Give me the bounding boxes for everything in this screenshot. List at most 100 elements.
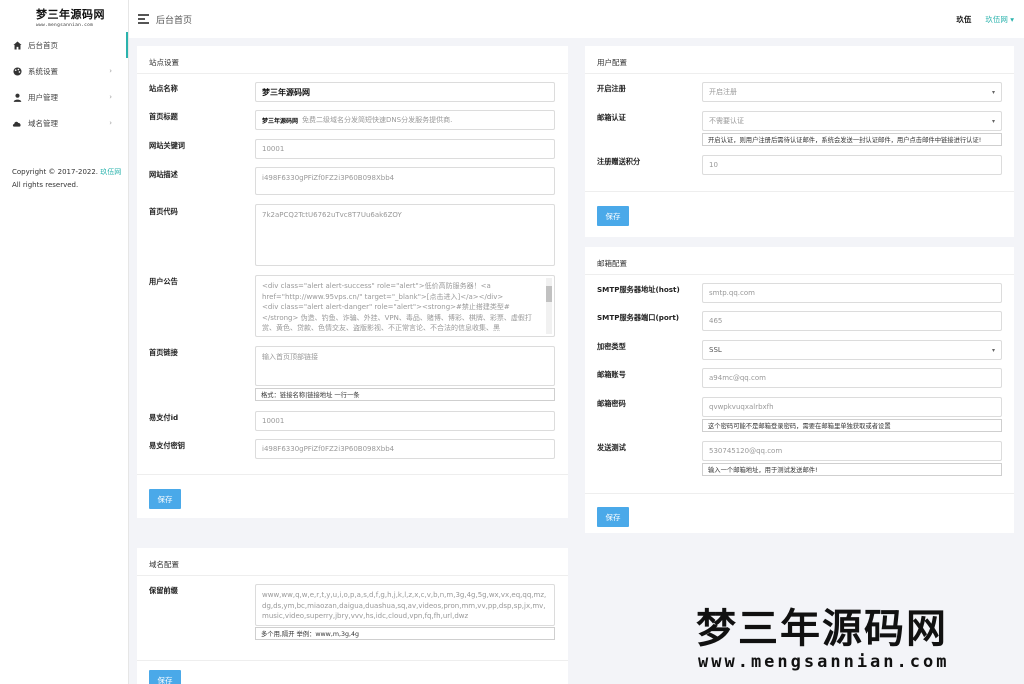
caret-down-icon: ▾: [991, 347, 995, 354]
logo-title: 梦三年源码网: [36, 8, 105, 21]
email-verify-select-value: 不需要认证: [709, 117, 744, 125]
register-select-value: 开启注册: [709, 88, 737, 96]
email-verify-hint: 开启认证，则用户注册后需待认证邮件，系统会发送一封认证邮件，用户点击邮件中链接进…: [702, 133, 1002, 146]
home-code-label: 首页代码: [149, 207, 178, 216]
home-title-input[interactable]: 梦三年源码网 免费二级域名分发简短快速DNS分发服务提供商.: [255, 110, 555, 130]
register-select[interactable]: 开启注册 ▾: [702, 82, 1002, 102]
sidebar-item-label: 域名管理: [28, 118, 58, 128]
caret-down-icon: ▾: [991, 89, 995, 96]
panel-title: 域名配置: [137, 548, 568, 576]
home-title-logo: 梦三年源码网: [262, 117, 299, 125]
home-title-label: 首页标题: [149, 112, 178, 121]
cloud-icon: [12, 118, 22, 128]
encrypt-type-label: 加密类型: [597, 342, 626, 351]
description-textarea[interactable]: i498F6330gPFiZf0FZ2i3P60B098Xbb4: [255, 167, 555, 195]
chevron-right-icon: ›: [109, 67, 112, 75]
notice-scrollbar[interactable]: [546, 278, 552, 334]
mail-password-hint: 这个密码可能不是邮箱登录密码，需要在邮箱里单独获取或者设置: [702, 419, 1002, 432]
smtp-host-input[interactable]: smtp.qq.com: [702, 283, 1002, 303]
watermark-title: 梦三年源码网: [696, 605, 948, 652]
site-settings-panel: 站点设置 站点名称 梦三年源码网 首页标题 梦三年源码网 免费二级域名分发简短快…: [137, 46, 568, 518]
logo-subtitle: www.mengsannian.com: [36, 23, 94, 28]
save-button[interactable]: 保存: [149, 489, 181, 509]
mail-password-input[interactable]: qvwpkvuqxalrbxfh: [702, 397, 1002, 417]
user-dropdown[interactable]: 玖伍网 ▾: [985, 14, 1014, 25]
topbar-link-jiuwu[interactable]: 玖伍: [956, 14, 971, 25]
copyright-text: Copyright © 2017-2022.: [12, 168, 99, 176]
mail-account-label: 邮箱账号: [597, 370, 626, 379]
save-button[interactable]: 保存: [597, 507, 629, 527]
pay-id-label: 易支付id: [149, 413, 179, 422]
site-name-value: 梦三年源码网: [262, 86, 310, 97]
mail-settings-panel: 邮箱配置 SMTP服务器地址(host) smtp.qq.com SMTP服务器…: [585, 247, 1014, 533]
sidebar-item-user-management[interactable]: 用户管理 ›: [0, 84, 128, 110]
site-name-input[interactable]: 梦三年源码网: [255, 82, 555, 102]
notice-label: 用户公告: [149, 277, 178, 286]
home-links-textarea[interactable]: 输入首页顶部链接: [255, 346, 555, 386]
notice-value: <div class="alert alert-success" role="a…: [262, 282, 532, 332]
divider: [585, 493, 1014, 494]
home-code-textarea[interactable]: 7k2aPCQ2TctU6762uTvc8T7Uu6ak6ZOY: [255, 204, 555, 266]
register-points-input[interactable]: 10: [702, 155, 1002, 175]
email-verify-label: 邮箱认证: [597, 113, 626, 122]
register-points-label: 注册赠送积分: [597, 157, 641, 166]
sidebar-item-label: 系统设置: [28, 66, 58, 76]
sidebar-item-label: 用户管理: [28, 92, 58, 102]
send-test-input[interactable]: 530745120@qq.com: [702, 441, 1002, 461]
notice-textarea[interactable]: <div class="alert alert-success" role="a…: [255, 275, 555, 337]
domain-settings-panel: 域名配置 保留前缀 www,ww,q,w,e,r,t,y,u,i,o,p,a,s…: [137, 548, 568, 684]
topbar: 后台首页 玖伍 玖伍网 ▾: [129, 0, 1024, 38]
watermark-url: www.mengsannian.com: [698, 652, 950, 672]
panel-title: 邮箱配置: [585, 247, 1014, 275]
sidebar-item-domain-management[interactable]: 域名管理 ›: [0, 110, 128, 136]
site-name-label: 站点名称: [149, 84, 178, 93]
description-label: 网站描述: [149, 170, 178, 179]
keywords-input[interactable]: 10001: [255, 139, 555, 159]
pay-id-input[interactable]: 10001: [255, 411, 555, 431]
register-label: 开启注册: [597, 84, 626, 93]
chevron-right-icon: ›: [109, 93, 112, 101]
user-dropdown-label: 玖伍网: [985, 15, 1008, 24]
panel-title: 站点设置: [137, 46, 568, 74]
reserved-prefix-label: 保留前缀: [149, 586, 178, 595]
reserved-prefix-hint: 多个用,隔开 举例：www,m,3g,4g: [255, 627, 555, 640]
watermark: 梦三年源码网 www.mengsannian.com: [690, 606, 1024, 684]
panel-title: 用户配置: [585, 46, 1014, 74]
palette-icon: [12, 66, 22, 76]
sidebar: 梦三年源码网 www.mengsannian.com 后台首页 系统设置 › 用…: [0, 0, 129, 684]
reserved-prefix-textarea[interactable]: www,ww,q,w,e,r,t,y,u,i,o,p,a,s,d,f,g,h,j…: [255, 584, 555, 626]
save-button[interactable]: 保存: [149, 670, 181, 684]
user-settings-panel: 用户配置 开启注册 开启注册 ▾ 邮箱认证 不需要认证 ▾ 开启认证，则用户注册…: [585, 46, 1014, 237]
chevron-right-icon: ›: [109, 119, 112, 127]
home-links-hint: 格式：链接名称|链接地址 一行一条: [255, 388, 555, 401]
copyright-link[interactable]: 玖伍网: [100, 168, 121, 176]
mail-account-input[interactable]: a94mc@qq.com: [702, 368, 1002, 388]
mail-password-label: 邮箱密码: [597, 399, 626, 408]
send-test-label: 发送测试: [597, 443, 626, 452]
save-button[interactable]: 保存: [597, 206, 629, 226]
send-test-hint: 输入一个邮箱地址，用于测试发送邮件!: [702, 463, 1002, 476]
pay-key-input[interactable]: i498F6330gPFiZf0FZ2i3P60B098Xbb4: [255, 439, 555, 459]
sidebar-item-label: 后台首页: [28, 40, 58, 50]
smtp-port-input[interactable]: 465: [702, 311, 1002, 331]
sidebar-item-system-settings[interactable]: 系统设置 ›: [0, 58, 128, 84]
logo[interactable]: 梦三年源码网 www.mengsannian.com: [0, 0, 128, 32]
menu-icon[interactable]: [138, 14, 149, 26]
page-title: 后台首页: [156, 16, 193, 26]
user-icon: [12, 92, 22, 102]
pay-key-label: 易支付密钥: [149, 441, 185, 450]
home-links-label: 首页链接: [149, 348, 178, 357]
encrypt-type-value: SSL: [709, 346, 722, 354]
email-verify-select[interactable]: 不需要认证 ▾: [702, 111, 1002, 131]
divider: [585, 191, 1014, 192]
caret-down-icon: ▾: [991, 118, 995, 125]
divider: [137, 474, 568, 475]
topbar-links: 玖伍 玖伍网 ▾: [956, 14, 1014, 25]
home-title-value: 免费二级域名分发简短快速DNS分发服务提供商.: [302, 116, 453, 124]
smtp-host-label: SMTP服务器地址(host): [597, 285, 680, 294]
smtp-port-label: SMTP服务器端口(port): [597, 313, 680, 322]
encrypt-type-select[interactable]: SSL ▾: [702, 340, 1002, 360]
sidebar-item-home[interactable]: 后台首页: [0, 32, 128, 58]
home-icon: [12, 40, 22, 50]
divider: [137, 660, 568, 661]
